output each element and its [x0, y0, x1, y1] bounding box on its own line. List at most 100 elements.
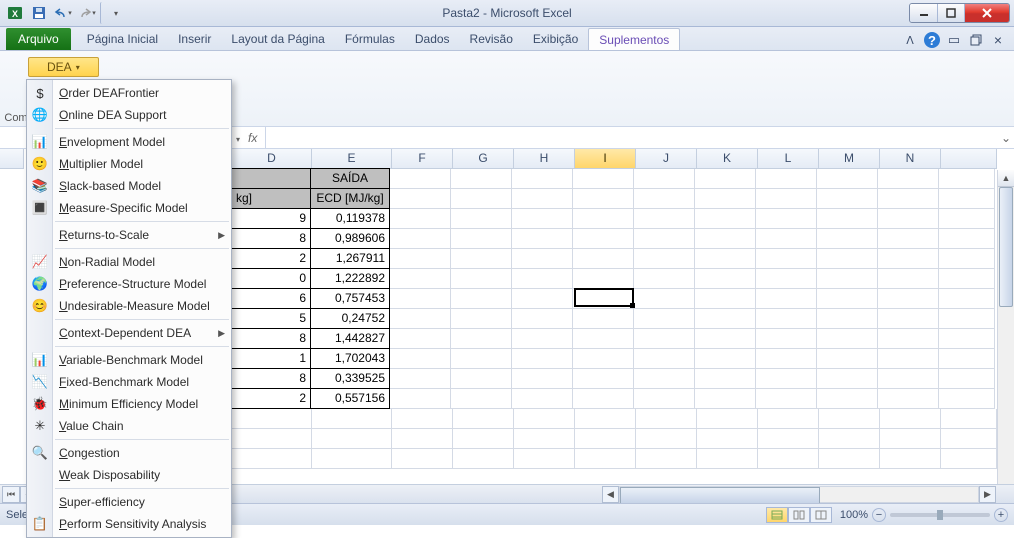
cell-F2[interactable]: [390, 189, 451, 209]
cell-D2[interactable]: kg]: [231, 188, 311, 209]
cell-K4[interactable]: [695, 229, 756, 249]
cell-I14[interactable]: [575, 429, 636, 449]
cell-G8[interactable]: [451, 309, 512, 329]
cell-D10[interactable]: 1: [231, 348, 311, 369]
cell-J15[interactable]: [636, 449, 697, 469]
vertical-scrollbar[interactable]: ▲ ▼: [997, 170, 1014, 506]
cell-K12[interactable]: [695, 389, 756, 409]
col-header-N[interactable]: N: [880, 149, 941, 169]
tab-dados[interactable]: Dados: [405, 28, 460, 50]
cell-D1[interactable]: [231, 168, 311, 189]
cell-blank-2[interactable]: [939, 189, 995, 209]
cell-F6[interactable]: [390, 269, 451, 289]
cell-grid[interactable]: SAÍDAkg]ECD [MJ/kg]90,11937880,98960621,…: [232, 169, 997, 469]
cell-M14[interactable]: [819, 429, 880, 449]
cell-F15[interactable]: [392, 449, 453, 469]
menu-item-weak-disposability[interactable]: Weak Disposability: [27, 464, 231, 486]
zoom-in-button[interactable]: +: [994, 508, 1008, 522]
minimize-ribbon-icon[interactable]: ᐱ: [902, 32, 918, 48]
cell-L8[interactable]: [756, 309, 817, 329]
cell-K3[interactable]: [695, 209, 756, 229]
menu-item-preference-structure-model[interactable]: 🌍Preference-Structure Model: [27, 273, 231, 295]
cell-M8[interactable]: [817, 309, 878, 329]
cell-H4[interactable]: [512, 229, 573, 249]
col-header-G[interactable]: G: [453, 149, 514, 169]
cell-D14[interactable]: [232, 429, 312, 449]
cell-J1[interactable]: [634, 169, 695, 189]
zoom-level[interactable]: 100%: [840, 509, 868, 521]
cell-K5[interactable]: [695, 249, 756, 269]
cell-M3[interactable]: [817, 209, 878, 229]
cell-M7[interactable]: [817, 289, 878, 309]
expand-formula-bar-icon[interactable]: ⌄: [998, 131, 1014, 145]
cell-E4[interactable]: 0,989606: [310, 228, 390, 249]
cell-G3[interactable]: [451, 209, 512, 229]
cell-H11[interactable]: [512, 369, 573, 389]
col-header-H[interactable]: H: [514, 149, 575, 169]
cell-I13[interactable]: [575, 409, 636, 429]
cell-I7[interactable]: [573, 289, 634, 309]
tab-inserir[interactable]: Inserir: [168, 28, 221, 50]
redo-icon[interactable]: ▾: [76, 2, 98, 24]
formula-input[interactable]: [266, 127, 998, 148]
cell-L4[interactable]: [756, 229, 817, 249]
cell-blank-6[interactable]: [939, 269, 995, 289]
cell-N6[interactable]: [878, 269, 939, 289]
cell-E11[interactable]: 0,339525: [310, 368, 390, 389]
file-tab[interactable]: Arquivo: [6, 28, 71, 50]
tab-suplementos[interactable]: Suplementos: [588, 28, 680, 50]
cell-I1[interactable]: [573, 169, 634, 189]
cell-K9[interactable]: [695, 329, 756, 349]
cell-L2[interactable]: [756, 189, 817, 209]
cell-J8[interactable]: [634, 309, 695, 329]
tab-revis-o[interactable]: Revisão: [460, 28, 523, 50]
zoom-slider[interactable]: [890, 513, 990, 517]
cell-blank-11[interactable]: [939, 369, 995, 389]
excel-icon[interactable]: X: [4, 2, 26, 24]
cell-M11[interactable]: [817, 369, 878, 389]
cell-L11[interactable]: [756, 369, 817, 389]
cell-K14[interactable]: [697, 429, 758, 449]
cell-K1[interactable]: [695, 169, 756, 189]
cell-K6[interactable]: [695, 269, 756, 289]
menu-item-super-efficiency[interactable]: Super-efficiency: [27, 491, 231, 513]
cell-M9[interactable]: [817, 329, 878, 349]
cell-L6[interactable]: [756, 269, 817, 289]
cell-E5[interactable]: 1,267911: [310, 248, 390, 269]
col-header-K[interactable]: K: [697, 149, 758, 169]
dea-dropdown-button[interactable]: DEA: [28, 57, 99, 77]
cell-L9[interactable]: [756, 329, 817, 349]
menu-item-returns-to-scale[interactable]: Returns-to-Scale▶: [27, 224, 231, 246]
cell-N7[interactable]: [878, 289, 939, 309]
tab-f-rmulas[interactable]: Fórmulas: [335, 28, 405, 50]
cell-H7[interactable]: [512, 289, 573, 309]
col-header-D[interactable]: D: [232, 149, 312, 169]
cell-M1[interactable]: [817, 169, 878, 189]
cell-blank-15[interactable]: [941, 449, 997, 469]
cell-E2[interactable]: ECD [MJ/kg]: [310, 188, 390, 209]
menu-item-minimum-efficiency-model[interactable]: 🐞Minimum Efficiency Model: [27, 393, 231, 415]
cell-G7[interactable]: [451, 289, 512, 309]
page-layout-view-button[interactable]: [788, 507, 810, 523]
cell-L15[interactable]: [758, 449, 819, 469]
cell-I3[interactable]: [573, 209, 634, 229]
cell-L12[interactable]: [756, 389, 817, 409]
cell-F10[interactable]: [390, 349, 451, 369]
maximize-button[interactable]: [937, 4, 964, 22]
cell-F13[interactable]: [392, 409, 453, 429]
tab-layout-da-p-gina[interactable]: Layout da Página: [221, 28, 334, 50]
cell-E7[interactable]: 0,757453: [310, 288, 390, 309]
cell-G11[interactable]: [451, 369, 512, 389]
cell-J6[interactable]: [634, 269, 695, 289]
cell-I2[interactable]: [573, 189, 634, 209]
cell-N1[interactable]: [878, 169, 939, 189]
cell-M10[interactable]: [817, 349, 878, 369]
cell-N11[interactable]: [878, 369, 939, 389]
help-icon[interactable]: ?: [924, 32, 940, 48]
menu-item-undesirable-measure-model[interactable]: 😊Undesirable-Measure Model: [27, 295, 231, 317]
cell-I5[interactable]: [573, 249, 634, 269]
cell-N15[interactable]: [880, 449, 941, 469]
cell-M15[interactable]: [819, 449, 880, 469]
cell-F3[interactable]: [390, 209, 451, 229]
cell-E10[interactable]: 1,702043: [310, 348, 390, 369]
